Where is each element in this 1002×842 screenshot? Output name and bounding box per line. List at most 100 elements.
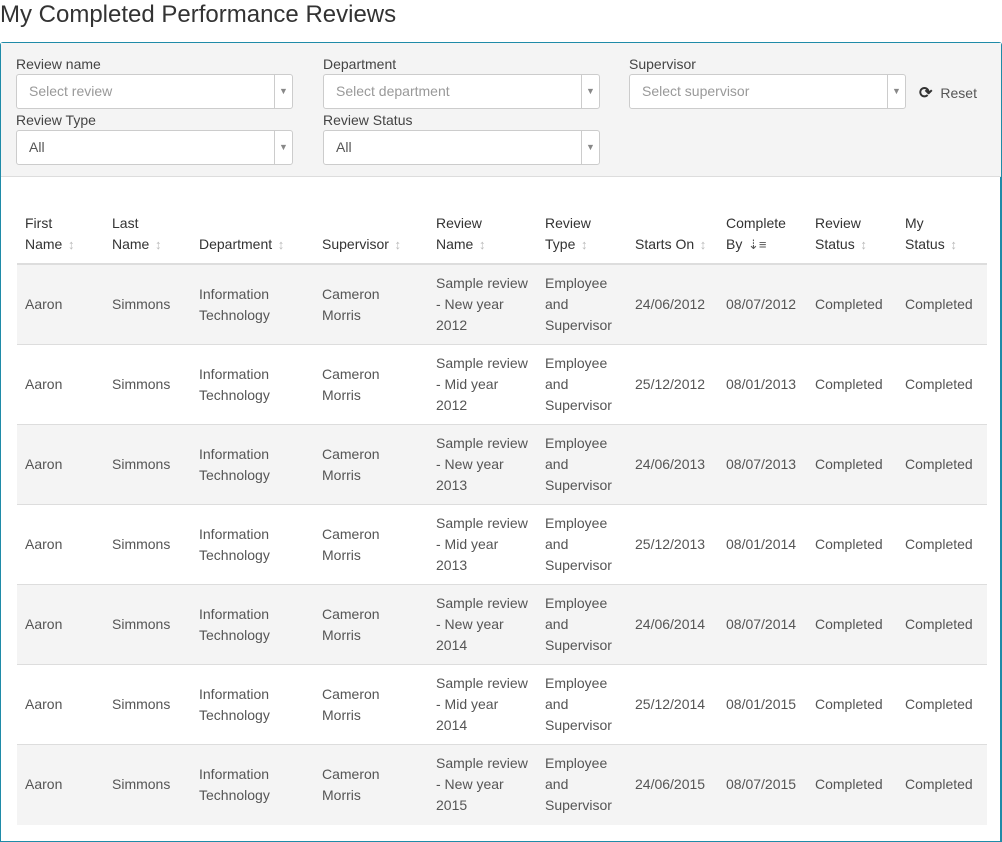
column-header-label: My bbox=[905, 215, 924, 231]
table-cell: Sample review - Mid year 2014 bbox=[428, 664, 537, 745]
review-type-value: All bbox=[29, 139, 45, 155]
review-status-select[interactable]: All ▼ bbox=[323, 130, 600, 165]
column-header[interactable]: First Name ↕ bbox=[17, 213, 104, 265]
column-header-label: Status bbox=[815, 236, 855, 252]
page-title: My Completed Performance Reviews bbox=[0, 1, 397, 28]
table-cell: Completed bbox=[897, 584, 987, 665]
table-cell: Cameron Morris bbox=[314, 344, 428, 425]
table-row[interactable]: Aaron Simmons Information Technology Camero… bbox=[17, 664, 987, 745]
table-cell: Simmons bbox=[104, 664, 191, 745]
sort-icon[interactable]: ↕ bbox=[577, 237, 588, 252]
table-cell: Employee and Supervisor bbox=[537, 744, 627, 825]
sort-icon[interactable]: ↕ bbox=[151, 237, 162, 252]
table-cell: 08/01/2015 bbox=[718, 664, 807, 745]
department-placeholder: Select department bbox=[336, 83, 450, 99]
table-cell: Employee and Supervisor bbox=[537, 344, 627, 425]
sort-icon[interactable]: ↕ bbox=[64, 237, 75, 252]
table-cell: Completed bbox=[897, 744, 987, 825]
department-label: Department bbox=[323, 56, 397, 72]
sort-descending-icon[interactable]: ⇣≡ bbox=[744, 237, 766, 252]
column-header[interactable]: Review Type ↕ bbox=[537, 213, 627, 265]
column-header[interactable]: Starts On ↕ bbox=[627, 213, 718, 265]
table-cell: Completed bbox=[807, 664, 897, 745]
table-cell: Completed bbox=[807, 424, 897, 505]
table-row[interactable]: Aaron Simmons Information Technology Camero… bbox=[17, 504, 987, 585]
column-header-label: Department bbox=[199, 236, 273, 252]
sort-icon[interactable]: ↕ bbox=[696, 237, 707, 252]
review-status-label: Review Status bbox=[323, 112, 413, 128]
table-cell: Sample review - New year 2013 bbox=[428, 424, 537, 505]
column-header[interactable]: Last Name ↕ bbox=[104, 213, 191, 265]
table-row[interactable]: Aaron Simmons Information Technology Camero… bbox=[17, 744, 987, 825]
column-header-label: Name bbox=[436, 236, 474, 252]
column-header-label: First bbox=[25, 215, 53, 231]
reset-button[interactable]: ⟳ Reset bbox=[919, 83, 977, 104]
column-header-label: Last bbox=[112, 215, 139, 231]
review-type-filter: Review Type All ▼ bbox=[16, 110, 293, 165]
table-cell: Employee and Supervisor bbox=[537, 584, 627, 665]
review-name-label: Review name bbox=[16, 56, 101, 72]
column-header-label: Status bbox=[905, 236, 945, 252]
table-cell: Information Technology bbox=[191, 664, 314, 745]
table-cell: Simmons bbox=[104, 744, 191, 825]
table-cell: 08/07/2013 bbox=[718, 424, 807, 505]
table-cell: Sample review - Mid year 2013 bbox=[428, 504, 537, 585]
column-header[interactable]: Complete By ⇣≡ bbox=[718, 213, 807, 265]
table-cell: Sample review - New year 2012 bbox=[428, 263, 537, 345]
table-cell: 08/07/2015 bbox=[718, 744, 807, 825]
table-cell: 24/06/2015 bbox=[627, 744, 718, 825]
table-cell: 08/01/2014 bbox=[718, 504, 807, 585]
table-cell: Completed bbox=[897, 263, 987, 345]
table-cell: Completed bbox=[807, 344, 897, 425]
sort-icon[interactable]: ↕ bbox=[475, 237, 486, 252]
supervisor-select[interactable]: Select supervisor ▼ bbox=[629, 74, 906, 109]
table-header-row: First Name ↕ Last Name ↕ Department ↕ Supervi… bbox=[17, 213, 987, 265]
table-cell: Employee and Supervisor bbox=[537, 424, 627, 505]
column-header[interactable]: My Status ↕ bbox=[897, 213, 987, 265]
table-cell: 24/06/2012 bbox=[627, 263, 718, 345]
chevron-down-icon: ▼ bbox=[581, 75, 599, 108]
chevron-down-icon: ▼ bbox=[274, 75, 292, 108]
table-cell: Information Technology bbox=[191, 344, 314, 425]
column-header-label: Review bbox=[815, 215, 861, 231]
table-cell: 08/01/2013 bbox=[718, 344, 807, 425]
table-cell: 25/12/2013 bbox=[627, 504, 718, 585]
column-header-label: Supervisor bbox=[322, 236, 389, 252]
table-row[interactable]: Aaron Simmons Information Technology Camero… bbox=[17, 263, 987, 345]
table-cell: Completed bbox=[807, 744, 897, 825]
sort-icon[interactable]: ↕ bbox=[857, 237, 867, 252]
sort-icon[interactable]: ↕ bbox=[947, 237, 957, 252]
review-status-filter: Review Status All ▼ bbox=[323, 110, 600, 165]
table-cell: 24/06/2013 bbox=[627, 424, 718, 505]
refresh-icon: ⟳ bbox=[919, 85, 933, 102]
table-row[interactable]: Aaron Simmons Information Technology Camero… bbox=[17, 424, 987, 505]
column-header[interactable]: Review Status ↕ bbox=[807, 213, 897, 265]
table-cell: Information Technology bbox=[191, 584, 314, 665]
review-name-filter: Review name Select review ▼ bbox=[16, 54, 293, 109]
column-header[interactable]: Department ↕ bbox=[191, 213, 314, 265]
table-row[interactable]: Aaron Simmons Information Technology Camero… bbox=[17, 344, 987, 425]
table-cell: Aaron bbox=[17, 744, 104, 825]
department-select[interactable]: Select department ▼ bbox=[323, 74, 600, 109]
sort-icon[interactable]: ↕ bbox=[391, 237, 402, 252]
table-cell: Information Technology bbox=[191, 744, 314, 825]
column-header-label: Name bbox=[25, 236, 63, 252]
table-cell: 24/06/2014 bbox=[627, 584, 718, 665]
column-header[interactable]: Review Name ↕ bbox=[428, 213, 537, 265]
table-cell: Cameron Morris bbox=[314, 263, 428, 345]
reviews-table: First Name ↕ Last Name ↕ Department ↕ Supervi… bbox=[17, 213, 987, 825]
column-header-label: Type bbox=[545, 236, 576, 252]
table-row[interactable]: Aaron Simmons Information Technology Camero… bbox=[17, 584, 987, 665]
review-name-select[interactable]: Select review ▼ bbox=[16, 74, 293, 109]
table-cell: Aaron bbox=[17, 664, 104, 745]
table-cell: Information Technology bbox=[191, 424, 314, 505]
column-header-label: Complete bbox=[726, 215, 786, 231]
supervisor-filter: Supervisor Select supervisor ▼ bbox=[629, 54, 906, 109]
review-type-select[interactable]: All ▼ bbox=[16, 130, 293, 165]
table-cell: Sample review - New year 2015 bbox=[428, 744, 537, 825]
sort-icon[interactable]: ↕ bbox=[274, 237, 285, 252]
column-header[interactable]: Supervisor ↕ bbox=[314, 213, 428, 265]
column-header-label: Name bbox=[112, 236, 150, 252]
chevron-down-icon: ▼ bbox=[581, 131, 599, 164]
reviews-panel: Review name Select review ▼ Department Se… bbox=[0, 42, 1002, 842]
